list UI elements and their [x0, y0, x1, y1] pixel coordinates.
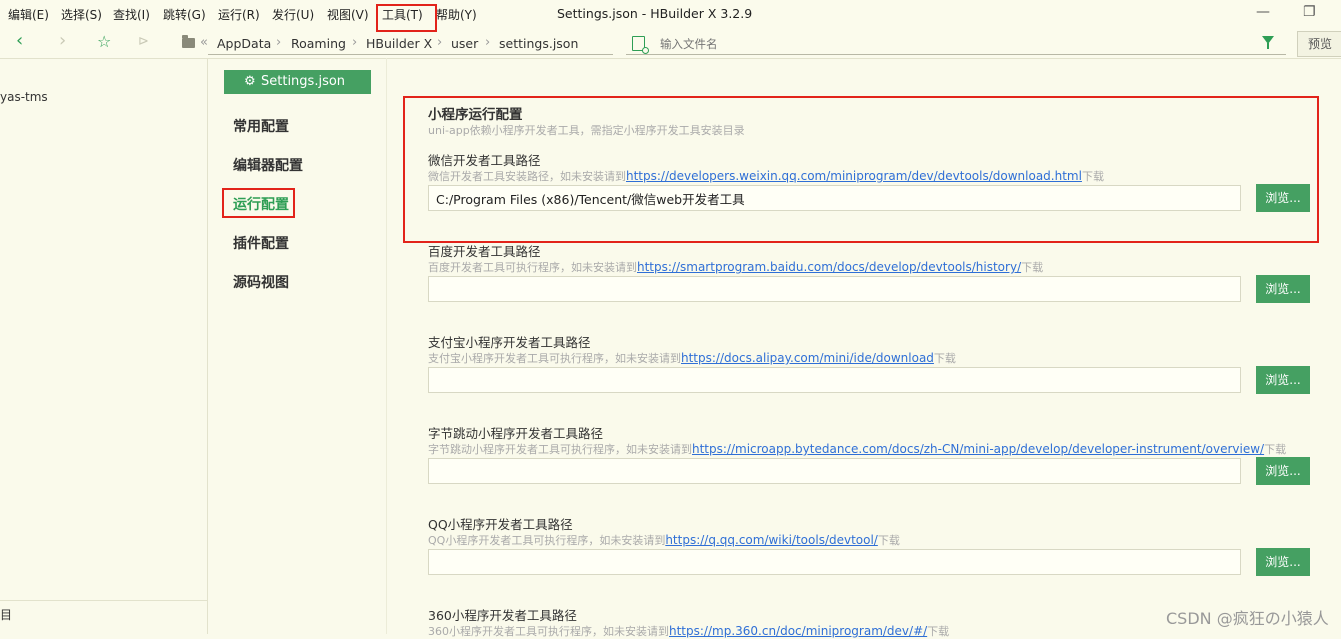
- baidu-download-link[interactable]: https://smartprogram.baidu.com/docs/deve…: [637, 260, 1021, 274]
- minimize-icon[interactable]: —: [1256, 4, 1270, 20]
- hint-suffix: 下载: [1264, 443, 1287, 456]
- menu-run[interactable]: 运行(R): [218, 6, 260, 23]
- baidu-browse-button[interactable]: 浏览...: [1256, 275, 1310, 303]
- nav-item-source[interactable]: 源码视图: [233, 272, 289, 292]
- menu-goto[interactable]: 跳转(G): [163, 6, 206, 23]
- menu-help[interactable]: 帮助(Y): [436, 6, 477, 23]
- chevron-right-icon: ›: [352, 35, 358, 50]
- bytedance-browse-button[interactable]: 浏览...: [1256, 457, 1310, 485]
- hint-text: QQ小程序开发者工具可执行程序，如未安装请到: [428, 534, 666, 547]
- bytedance-path-hint: 字节跳动小程序开发者工具可执行程序，如未安装请到https://microapp…: [428, 441, 1286, 457]
- alipay-path-label: 支付宝小程序开发者工具路径: [428, 335, 591, 350]
- annotation-run-config: [222, 188, 295, 218]
- breadcrumb-underline: [208, 54, 613, 55]
- qq-path-label: QQ小程序开发者工具路径: [428, 517, 573, 532]
- file-search-input[interactable]: [660, 36, 1240, 52]
- restore-icon[interactable]: ❐: [1303, 4, 1316, 20]
- qq-browse-button[interactable]: 浏览...: [1256, 548, 1310, 576]
- nav-item-editor[interactable]: 编辑器配置: [233, 155, 303, 175]
- qq-path-input[interactable]: [428, 549, 1241, 575]
- breadcrumb-user[interactable]: user: [451, 36, 478, 51]
- breadcrumb-appdata[interactable]: AppData: [217, 36, 271, 51]
- annotation-wechat-section: [403, 96, 1319, 243]
- menu-publish[interactable]: 发行(U): [272, 6, 314, 23]
- settings-nav: ⚙ Settings.json 常用配置 编辑器配置 运行配置 插件配置 源码视…: [208, 58, 387, 634]
- breadcrumb-collapse-icon[interactable]: «: [200, 35, 208, 50]
- baidu-path-input[interactable]: [428, 276, 1241, 302]
- file-search-icon: [632, 36, 649, 54]
- chevron-right-icon: ›: [485, 35, 491, 50]
- menu-view[interactable]: 视图(V): [327, 6, 369, 23]
- file-search-underline: [626, 54, 1286, 55]
- panel-divider: [0, 600, 207, 601]
- breadcrumb-settings-json[interactable]: settings.json: [499, 36, 578, 51]
- chevron-right-icon: ›: [437, 35, 443, 50]
- filter-icon[interactable]: [1262, 36, 1274, 49]
- qq-path-hint: QQ小程序开发者工具可执行程序，如未安装请到https://q.qq.com/w…: [428, 532, 900, 548]
- hint-suffix: 下载: [877, 534, 900, 547]
- folder-icon: [182, 35, 195, 48]
- alipay-browse-button[interactable]: 浏览...: [1256, 366, 1310, 394]
- menu-find[interactable]: 查找(I): [113, 6, 150, 23]
- 360-download-link[interactable]: https://mp.360.cn/doc/miniprogram/dev/#/: [669, 624, 927, 638]
- menu-select[interactable]: 选择(S): [61, 6, 102, 23]
- nav-item-plugins[interactable]: 插件配置: [233, 233, 289, 253]
- baidu-path-label: 百度开发者工具路径: [428, 244, 541, 259]
- hint-suffix: 下载: [927, 625, 950, 638]
- preview-button[interactable]: 预览: [1297, 31, 1341, 57]
- breadcrumb-hbuilderx[interactable]: HBuilder X: [366, 36, 432, 51]
- gear-icon: ⚙: [244, 74, 256, 89]
- project-item[interactable]: yas-tms: [0, 90, 48, 104]
- back-icon[interactable]: ‹: [16, 30, 23, 51]
- hint-text: 支付宝小程序开发者工具可执行程序，如未安装请到: [428, 352, 681, 365]
- chevron-right-icon: ›: [276, 35, 282, 50]
- 360-path-hint: 360小程序开发者工具可执行程序，如未安装请到https://mp.360.cn…: [428, 623, 949, 639]
- bytedance-download-link[interactable]: https://microapp.bytedance.com/docs/zh-C…: [692, 442, 1264, 456]
- forward-icon[interactable]: ›: [59, 30, 66, 51]
- alipay-path-hint: 支付宝小程序开发者工具可执行程序，如未安装请到https://docs.alip…: [428, 350, 956, 366]
- nav-item-common[interactable]: 常用配置: [233, 116, 289, 136]
- settings-json-tab[interactable]: ⚙ Settings.json: [224, 70, 371, 94]
- window-title: Settings.json - HBuilder X 3.2.9: [557, 6, 753, 21]
- hint-suffix: 下载: [933, 352, 956, 365]
- watermark: CSDN @疯狂の小猿人: [1166, 609, 1329, 628]
- project-explorer: yas-tms 目: [0, 58, 208, 634]
- hint-text: 字节跳动小程序开发者工具可执行程序，如未安装请到: [428, 443, 692, 456]
- play-icon[interactable]: ⊳: [138, 34, 149, 49]
- baidu-path-hint: 百度开发者工具可执行程序，如未安装请到https://smartprogram.…: [428, 259, 1043, 275]
- star-icon[interactable]: ☆: [97, 32, 111, 51]
- 360-path-label: 360小程序开发者工具路径: [428, 608, 577, 623]
- annotation-tools-menu: [376, 4, 437, 32]
- qq-download-link[interactable]: https://q.qq.com/wiki/tools/devtool/: [665, 533, 878, 547]
- menu-edit[interactable]: 编辑(E): [8, 6, 49, 23]
- bytedance-path-label: 字节跳动小程序开发者工具路径: [428, 426, 604, 441]
- alipay-download-link[interactable]: https://docs.alipay.com/mini/ide/downloa…: [681, 351, 934, 365]
- hint-text: 百度开发者工具可执行程序，如未安装请到: [428, 261, 637, 274]
- hint-text: 360小程序开发者工具可执行程序，如未安装请到: [428, 625, 669, 638]
- bytedance-path-input[interactable]: [428, 458, 1241, 484]
- breadcrumb-roaming[interactable]: Roaming: [291, 36, 346, 51]
- hint-suffix: 下载: [1021, 261, 1044, 274]
- alipay-path-input[interactable]: [428, 367, 1241, 393]
- settings-json-tab-label: Settings.json: [261, 74, 346, 89]
- menu-bar: 编辑(E) 选择(S) 查找(I) 跳转(G) 运行(R) 发行(U) 视图(V…: [0, 0, 1341, 28]
- bottom-panel-label[interactable]: 目: [0, 606, 12, 623]
